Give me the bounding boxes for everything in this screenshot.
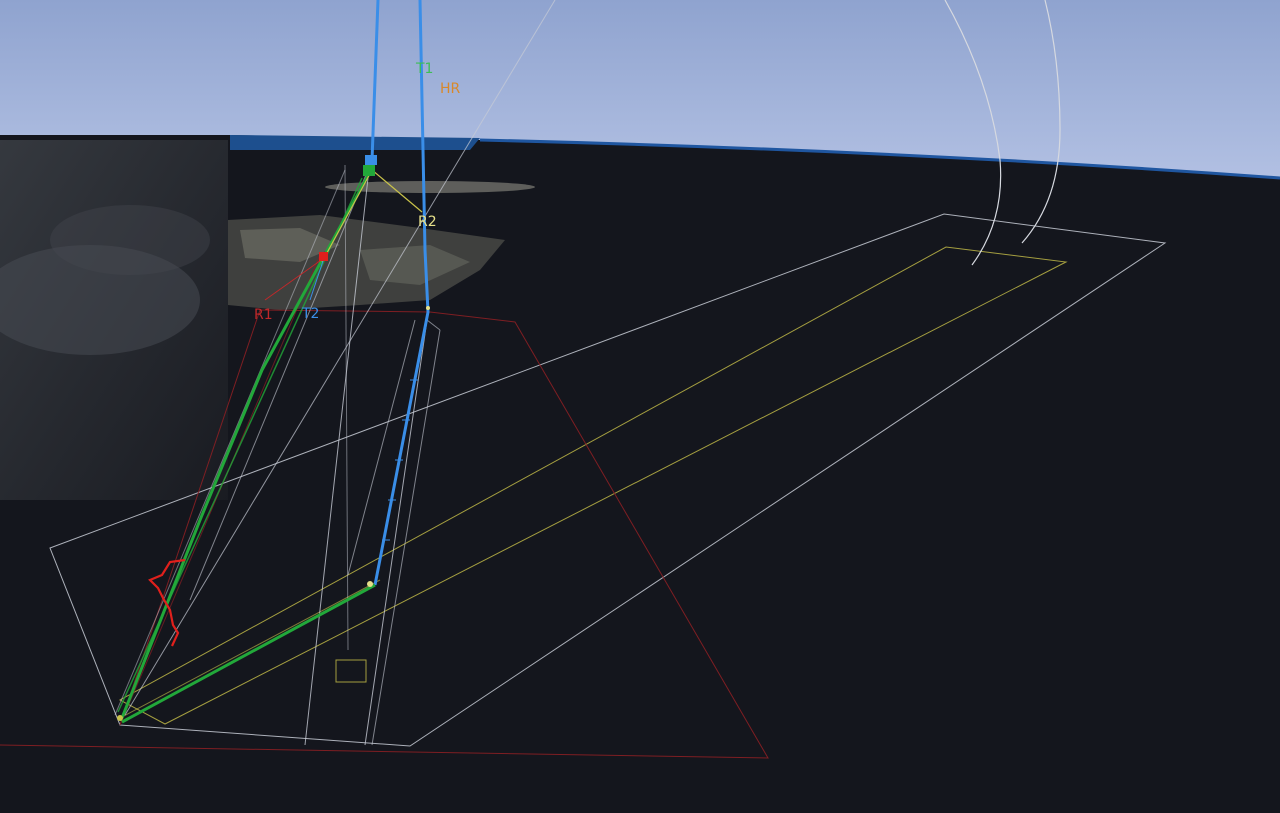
waypoint-marker-blue: [365, 155, 377, 165]
label-t1: T1: [415, 61, 433, 77]
waypoint-marker-red: [319, 252, 328, 261]
label-r1: R1: [254, 307, 273, 323]
waypoint-marker-green: [363, 165, 375, 176]
waypoint-dot-yellow: [426, 306, 430, 310]
touchdown-point: [117, 715, 123, 721]
label-t2: T2: [301, 306, 319, 322]
3d-flight-path-scene: T1 HR R2 T2 R1: [0, 0, 1280, 813]
waypoint-dot-yellow: [367, 581, 373, 587]
label-hr: HR: [440, 81, 461, 97]
cloud-shape: [50, 205, 210, 275]
label-r2: R2: [418, 214, 437, 230]
